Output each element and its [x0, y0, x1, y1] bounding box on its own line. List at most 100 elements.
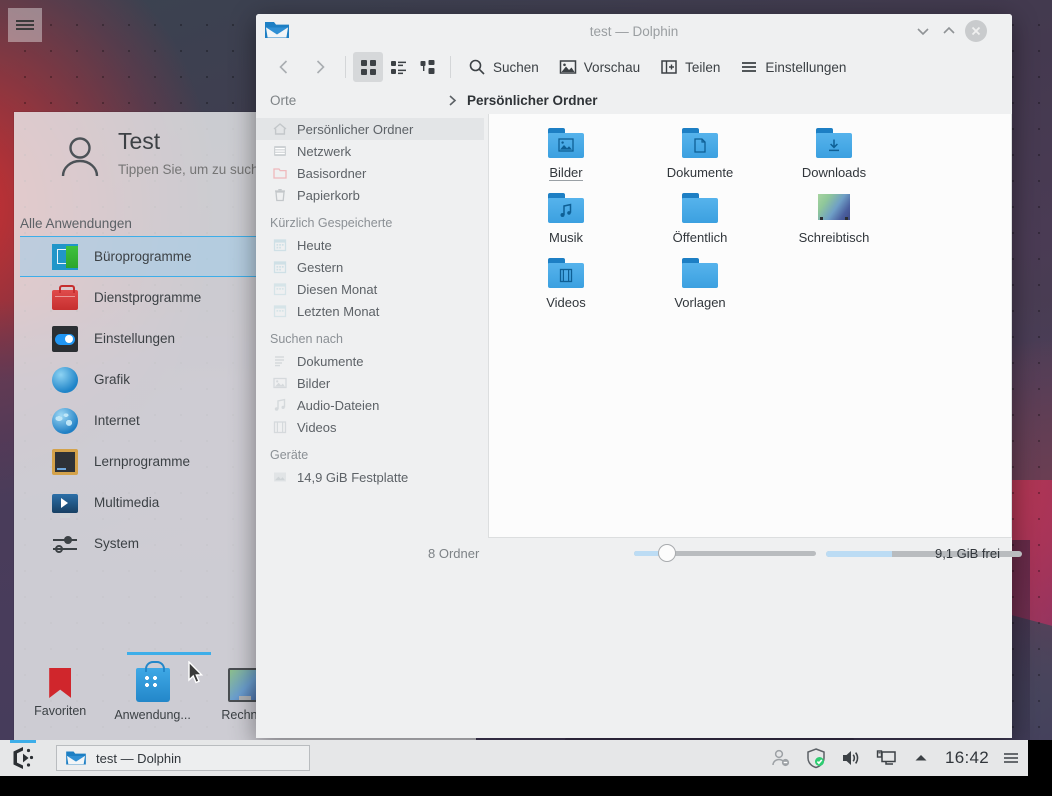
multimedia-icon — [52, 494, 78, 518]
place-search-pictures[interactable]: Bilder — [256, 372, 484, 394]
file-item-music[interactable]: Musik — [499, 187, 633, 252]
place-root[interactable]: Basisordner — [256, 162, 484, 184]
place-yesterday[interactable]: Gestern — [256, 256, 484, 278]
place-search-videos[interactable]: Videos — [256, 416, 484, 438]
file-label: Videos — [546, 295, 586, 310]
place-search-documents[interactable]: Dokumente — [256, 350, 484, 372]
dolphin-window-title: test — Dolphin — [589, 23, 679, 39]
calendar-icon — [272, 303, 288, 319]
places-section-label: Suchen nach — [270, 332, 343, 346]
file-label: Bilder — [549, 165, 583, 181]
place-trash[interactable]: Papierkorb — [256, 184, 484, 206]
folder-music-icon — [546, 191, 586, 225]
folder-desktop-icon — [814, 191, 854, 225]
place-network[interactable]: Netzwerk — [256, 140, 484, 162]
file-item-desktop[interactable]: Schreibtisch — [767, 187, 901, 252]
hamburger-icon[interactable] — [1002, 747, 1020, 769]
applications-icon — [135, 661, 170, 702]
place-today[interactable]: Heute — [256, 234, 484, 256]
taskbar-task-dolphin[interactable]: test — Dolphin — [56, 745, 310, 771]
clock[interactable]: 16:42 — [945, 748, 989, 768]
volume-icon[interactable] — [840, 747, 862, 769]
category-label: Multimedia — [94, 495, 160, 510]
folder-downloads-icon — [814, 126, 854, 160]
launcher-tab-applications[interactable]: Anwendung... — [107, 652, 211, 722]
desktop-toolbox-button[interactable] — [8, 8, 42, 42]
launcher-tab-favorites[interactable]: Favoriten — [14, 658, 106, 718]
place-label: Basisordner — [297, 165, 367, 181]
place-label: Persönlicher Ordner — [297, 121, 414, 137]
utilities-icon — [52, 284, 78, 310]
settings-menu-button[interactable]: Einstellungen — [730, 52, 856, 82]
view-compact-icon[interactable] — [413, 52, 443, 82]
breadcrumb[interactable]: Persönlicher Ordner — [448, 93, 598, 108]
place-harddisk[interactable]: 14,9 GiB Festplatte — [256, 466, 484, 488]
place-label: Heute — [297, 237, 332, 253]
places-section-label: Geräte — [270, 448, 309, 462]
place-label: Netzwerk — [297, 143, 352, 159]
avatar[interactable] — [52, 130, 108, 186]
file-item-downloads[interactable]: Downloads — [767, 122, 901, 187]
place-last-month[interactable]: Letzten Monat — [256, 300, 484, 322]
category-label: Dienstprogramme — [94, 290, 202, 305]
all-applications-label: Alle Anwendungen — [20, 216, 132, 231]
office-icon — [52, 243, 78, 270]
folder-pictures-icon — [546, 126, 586, 160]
view-details-icon[interactable] — [383, 52, 413, 82]
zoom-slider[interactable] — [634, 544, 816, 562]
category-label: Lernprogramme — [94, 454, 191, 469]
network-wired-icon[interactable] — [875, 747, 897, 769]
places-section-recent: Kürzlich Gespeicherte — [256, 206, 484, 234]
places-section-label: Kürzlich Gespeicherte — [270, 216, 393, 230]
place-label: Audio-Dateien — [297, 397, 380, 413]
file-item-videos[interactable]: Videos — [499, 252, 633, 317]
trash-icon — [272, 187, 288, 203]
zoom-slider-handle[interactable] — [658, 544, 676, 562]
places-panel-header: Orte — [270, 92, 297, 108]
places-panel[interactable]: Persönlicher Ordner Netzwerk Basisordner — [256, 114, 484, 538]
file-label: Dokumente — [666, 165, 734, 180]
file-item-pictures[interactable]: Bilder — [499, 122, 633, 187]
dolphin-body: Persönlicher Ordner Netzwerk Basisordner — [256, 114, 1012, 538]
preview-button[interactable]: Vorschau — [549, 52, 650, 82]
shield-ok-icon[interactable] — [805, 747, 827, 769]
harddisk-icon — [272, 469, 288, 485]
dolphin-toolbar: Suchen Vorschau Teilen Einstellungen — [256, 48, 1012, 86]
file-label: Musik — [549, 230, 583, 245]
minimize-button[interactable] — [913, 21, 933, 41]
calendar-icon — [272, 237, 288, 253]
place-search-audio[interactable]: Audio-Dateien — [256, 394, 484, 416]
view-icons-icon[interactable] — [353, 52, 383, 82]
video-icon — [272, 419, 288, 435]
dolphin-location-bar[interactable]: Orte Persönlicher Ordner — [256, 86, 1012, 114]
place-this-month[interactable]: Diesen Monat — [256, 278, 484, 300]
maximize-button[interactable] — [939, 21, 959, 41]
user-offline-icon[interactable] — [770, 747, 792, 769]
hamburger-icon — [16, 18, 34, 32]
kde-logo-icon — [13, 747, 34, 769]
file-item-public[interactable]: Öffentlich — [633, 187, 767, 252]
category-label: Einstellungen — [94, 331, 176, 346]
settings-button-label: Einstellungen — [765, 59, 847, 75]
forward-button[interactable] — [302, 52, 338, 82]
kickoff-launcher-button[interactable] — [0, 740, 46, 776]
dolphin-titlebar[interactable]: test — Dolphin — [256, 14, 1012, 48]
settings-icon — [52, 325, 78, 352]
show-hidden-icon[interactable] — [910, 747, 932, 769]
breadcrumb-current: Persönlicher Ordner — [467, 92, 598, 108]
place-home[interactable]: Persönlicher Ordner — [256, 118, 484, 140]
task-label: test — Dolphin — [96, 750, 182, 766]
root-folder-icon — [272, 165, 288, 181]
search-button[interactable]: Suchen — [458, 52, 549, 82]
share-button[interactable]: Teilen — [650, 52, 730, 82]
file-item-documents[interactable]: Dokumente — [633, 122, 767, 187]
mouse-cursor — [188, 660, 204, 685]
hamburger-icon — [742, 62, 757, 72]
dolphin-window[interactable]: test — Dolphin Suchen Vorschau Teilen Ei… — [256, 14, 1022, 738]
file-item-templates[interactable]: Vorlagen — [633, 252, 767, 317]
close-button[interactable] — [965, 20, 987, 42]
back-button[interactable] — [266, 52, 302, 82]
audio-icon — [272, 397, 288, 413]
file-view[interactable]: Bilder Dokumente Downloads Musik Öffentl… — [488, 114, 1012, 538]
document-icon — [272, 353, 288, 369]
